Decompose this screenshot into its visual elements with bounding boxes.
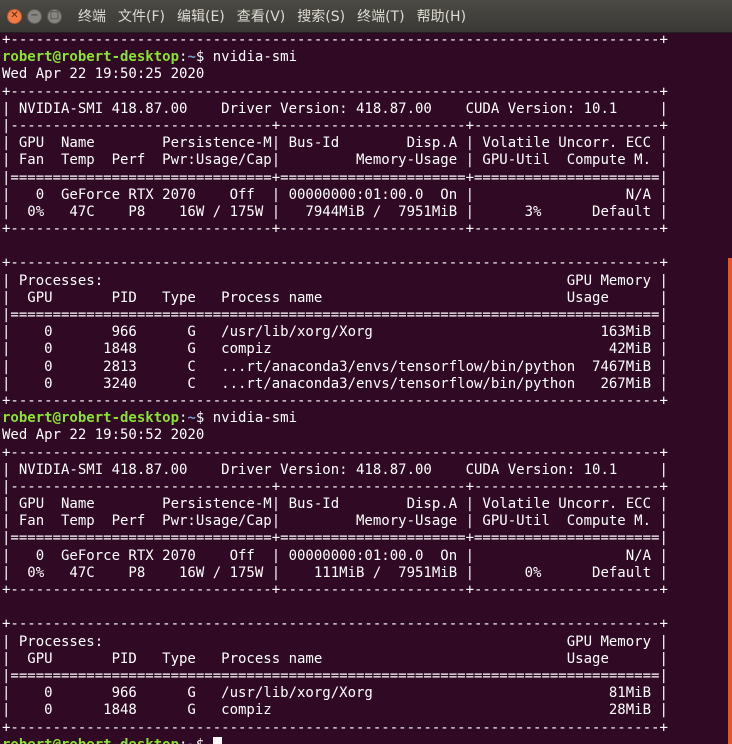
output-line: | Processes: GPU Memory | [2,272,668,289]
prompt-user-host: robert@robert-desktop [2,737,179,744]
menu-edit[interactable]: 编辑(E) [177,6,225,26]
output-line: | Processes: GPU Memory | [2,633,668,650]
prompt-path: ~ [187,410,196,427]
output-line: | 0% 47C P8 16W / 175W | 111MiB / 7951Mi… [2,564,668,581]
output-line: |===============================+=======… [2,530,668,547]
output-line: | 0% 47C P8 16W / 175W | 7944MiB / 7951M… [2,203,668,220]
minimize-button[interactable]: − [27,8,42,24]
prompt-user-host: robert@robert-desktop [2,49,180,66]
title-bar: ✕ − □ 终端 文件(F) 编辑(E) 查看(V) 搜索(S) 终端(T) 帮… [0,0,732,33]
close-button[interactable]: ✕ [7,8,22,24]
output-line: +---------------------------------------… [2,32,668,48]
menu-search[interactable]: 搜索(S) [297,6,345,26]
output-line: +---------------------------------------… [2,83,668,100]
output-line: | NVIDIA-SMI 418.87.00 Driver Version: 4… [2,100,668,117]
output-line: +---------------------------------------… [2,392,668,409]
output-line: +---------------------------------------… [2,444,668,461]
output-line: | GPU PID Type Process name Usage | [2,289,668,306]
command-text: nvidia-smi [204,49,298,66]
output-line: | 0 2813 C ...rt/anaconda3/envs/tensorfl… [2,358,668,375]
prompt-path: ~ [187,49,196,66]
menu-view[interactable]: 查看(V) [237,6,286,26]
scrollbar[interactable] [728,258,732,744]
output-line: Wed Apr 22 19:50:25 2020 [2,66,205,83]
terminal-window: ✕ − □ 终端 文件(F) 编辑(E) 查看(V) 搜索(S) 终端(T) 帮… [0,0,732,744]
output-line: | 0 966 G /usr/lib/xorg/Xorg 163MiB | [2,324,668,341]
menu-bar: 终端 文件(F) 编辑(E) 查看(V) 搜索(S) 终端(T) 帮助(H) [78,6,478,26]
output-line: | GPU Name Persistence-M| Bus-Id Disp.A … [2,496,668,513]
output-line: |===============================+=======… [2,169,668,186]
output-line: | 0 3240 C ...rt/anaconda3/envs/tensorfl… [2,375,668,392]
output-line: |=======================================… [2,307,668,323]
command-text: nvidia-smi [204,410,298,427]
output-line: | 0 1848 G compiz 28MiB | [2,702,668,719]
output-line: +---------------------------------------… [2,719,668,736]
output-line: +-------------------------------+-------… [2,221,668,238]
output-line: +---------------------------------------… [2,616,668,633]
menu-terminal[interactable]: 终端(T) [357,6,404,26]
output-line: | Fan Temp Perf Pwr:Usage/Cap| Memory-Us… [2,152,668,169]
menu-terminal-app[interactable]: 终端 [78,6,106,26]
menu-file[interactable]: 文件(F) [118,6,165,26]
output-line: | 0 GeForce RTX 2070 Off | 00000000:01:0… [2,547,668,564]
command-text [204,737,212,744]
output-line: | NVIDIA-SMI 418.87.00 Driver Version: 4… [2,461,668,478]
output-line: |-------------------------------+-------… [2,117,668,134]
menu-help[interactable]: 帮助(H) [417,6,466,26]
output-line: | GPU Name Persistence-M| Bus-Id Disp.A … [2,135,668,152]
maximize-button[interactable]: □ [47,8,62,24]
output-line: |-------------------------------+-------… [2,478,668,495]
output-line: +-------------------------------+-------… [2,582,668,598]
text-cursor [212,736,222,744]
prompt-line: robert@robert-desktop:~$ [0,736,716,744]
output-line: | 0 GeForce RTX 2070 Off | 00000000:01:0… [2,186,668,203]
output-line: | Fan Temp Perf Pwr:Usage/Cap| Memory-Us… [2,513,668,530]
output-line: +---------------------------------------… [2,255,668,272]
prompt-line: robert@robert-desktop:~$ nvidia-smi [0,49,716,66]
prompt-path: ~ [187,737,195,744]
output-line: |=======================================… [2,667,668,684]
output-line: Wed Apr 22 19:50:52 2020 [2,427,205,444]
output-line: | 0 1848 G compiz 42MiB | [2,341,668,358]
terminal-output[interactable]: +---------------------------------------… [0,32,716,744]
prompt-user-host: robert@robert-desktop [2,410,180,427]
output-line: | GPU PID Type Process name Usage | [2,650,668,667]
output-line: | 0 966 G /usr/lib/xorg/Xorg 81MiB | [2,685,668,702]
prompt-line: robert@robert-desktop:~$ nvidia-smi [0,410,716,427]
